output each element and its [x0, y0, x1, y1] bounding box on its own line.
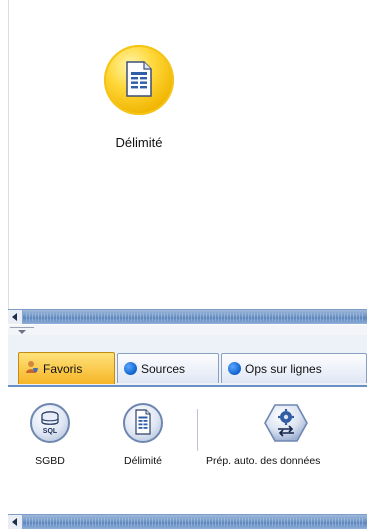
- canvas-left-border: [0, 0, 9, 309]
- palette-panel: SQL SGBD Délimité Prép. auto. des donnée…: [8, 385, 367, 517]
- palette-item-sgbd[interactable]: SQL SGBD: [28, 403, 72, 467]
- canvas-horizontal-scrollbar[interactable]: [8, 309, 367, 324]
- splitter-collapse-icon[interactable]: [10, 327, 34, 334]
- palette-separator: [197, 409, 198, 451]
- scroll-left-arrow-icon[interactable]: [8, 310, 23, 324]
- delimited-file-icon: [126, 61, 152, 97]
- delimited-file-icon: [123, 403, 163, 443]
- tab-ops-sur-lignes[interactable]: Ops sur lignes: [221, 353, 367, 383]
- node-label: Délimité: [115, 135, 163, 150]
- palette-item-delimite[interactable]: Délimité: [118, 403, 168, 467]
- node-disk: [104, 45, 174, 115]
- node-palette: Favoris Sources Ops sur lignes SQL SGBD: [8, 335, 367, 529]
- palette-item-label: Prép. auto. des données: [206, 455, 321, 467]
- stream-canvas[interactable]: Délimité: [0, 0, 367, 309]
- palette-horizontal-scrollbar[interactable]: [8, 514, 367, 529]
- blue-dot-icon: [124, 362, 137, 375]
- palette-item-prep-auto[interactable]: Prép. auto. des données: [206, 403, 367, 467]
- canvas-node-delimited[interactable]: Délimité: [98, 45, 180, 150]
- palette-item-label: Délimité: [124, 455, 162, 467]
- database-sql-icon: SQL: [30, 403, 70, 443]
- tab-favoris[interactable]: Favoris: [18, 352, 115, 384]
- tab-label: Sources: [141, 361, 186, 376]
- scroll-left-arrow-icon[interactable]: [8, 515, 23, 529]
- palette-item-label: SGBD: [35, 455, 65, 467]
- auto-data-prep-icon: [264, 403, 308, 443]
- svg-text:SQL: SQL: [43, 428, 58, 435]
- scrollbar-thumb[interactable]: [26, 313, 363, 321]
- blue-dot-icon: [228, 362, 241, 375]
- tab-label: Favoris: [43, 361, 83, 376]
- pane-splitter[interactable]: [8, 325, 367, 335]
- tab-label: Ops sur lignes: [245, 361, 322, 376]
- scrollbar-thumb[interactable]: [26, 518, 363, 526]
- tab-sources[interactable]: Sources: [117, 353, 219, 383]
- favorites-user-icon: [25, 360, 39, 377]
